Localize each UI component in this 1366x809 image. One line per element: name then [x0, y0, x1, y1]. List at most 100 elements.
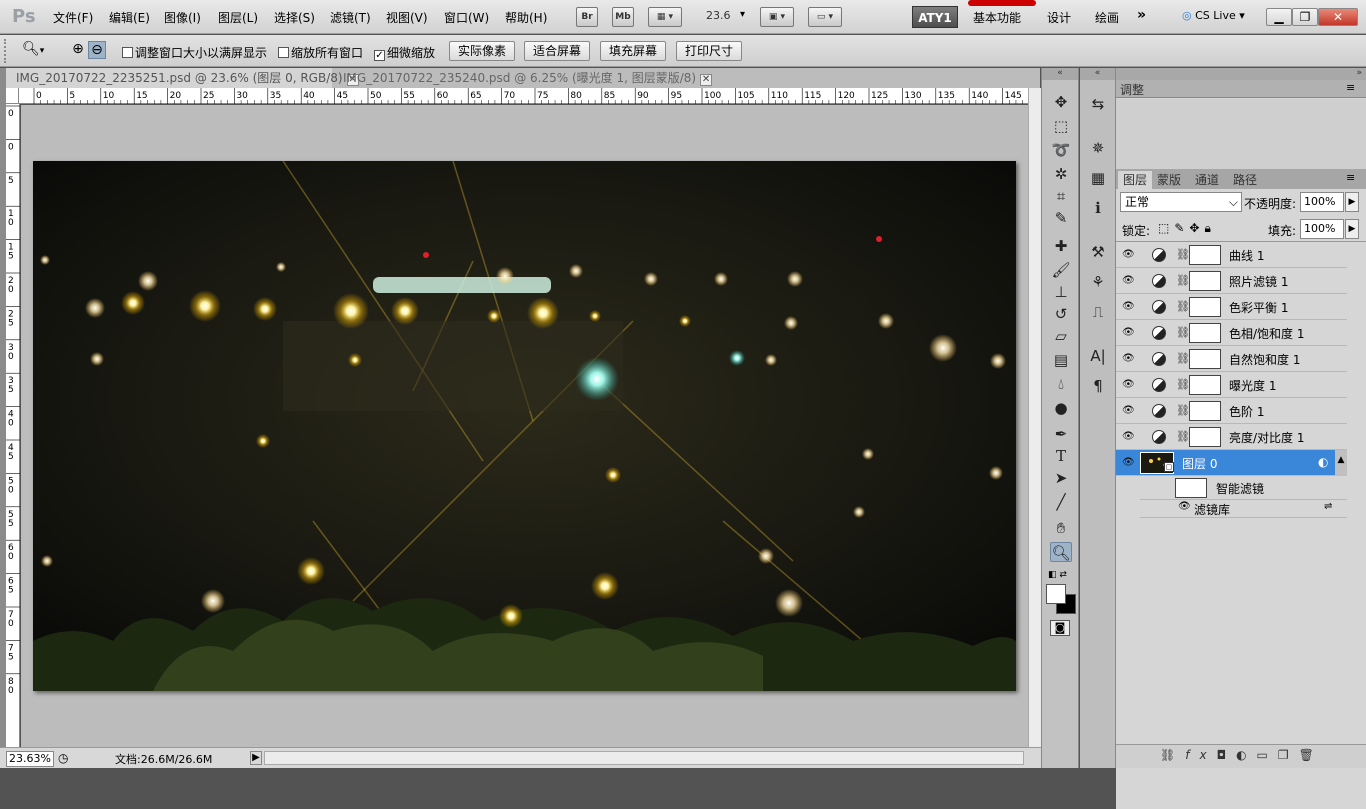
visibility-eye-icon[interactable]: 👁︎ — [1122, 275, 1136, 287]
tab-layers[interactable]: 图层 — [1118, 171, 1153, 189]
menu-file[interactable]: 文件(F) — [53, 9, 93, 26]
scroll-up-icon[interactable]: ▲ — [1335, 450, 1347, 476]
layer-mask-thumbnail[interactable] — [1189, 427, 1221, 447]
filter-options-icon[interactable]: ⇌ — [1324, 501, 1332, 512]
fit-screen-button[interactable]: 适合屏幕 — [524, 41, 590, 61]
visibility-eye-icon[interactable]: 👁︎ — [1122, 327, 1136, 339]
layer-row[interactable]: 👁︎ ⛓ 曝光度 1 — [1116, 372, 1347, 398]
link-chain-icon[interactable]: ⛓ — [1176, 404, 1190, 417]
adjustment-layer-icon[interactable]: ◐ — [1236, 748, 1256, 762]
gradient-tool-icon[interactable]: ▤ — [1050, 350, 1072, 370]
filter-visibility-eye-icon[interactable]: 👁︎ — [1178, 501, 1191, 512]
screen-mode-button[interactable]: ▭ ▾ — [808, 7, 842, 27]
move-tool-icon[interactable]: ✥ — [1050, 92, 1072, 112]
horizontal-ruler[interactable]: 0 5 10 15 20 25 30 35 40 45 50 55 60 65 70 75 80 85 90 95 10… — [19, 88, 1028, 104]
navigator-panel-icon[interactable]: ✵ — [1087, 138, 1109, 158]
default-colors-icon[interactable]: ◧ ⇄ — [1048, 570, 1067, 580]
workspace-aty1-button[interactable]: ATY1 — [912, 6, 958, 28]
fill-field[interactable]: 100% — [1300, 219, 1344, 239]
layer-row[interactable]: 👁︎ ⛓ 色阶 1 — [1116, 398, 1347, 424]
vertical-ruler[interactable]: 005101520253035404550556065707580 — [6, 104, 20, 748]
lock-icons[interactable]: ⬚✎✥🔒︎ — [1158, 221, 1216, 236]
zoom-dropdown-icon[interactable]: ▾ — [740, 9, 745, 20]
layer-base[interactable]: 👁︎ ▢ 图层 0 ◐ ▲ — [1116, 450, 1347, 476]
pen-tool-icon[interactable]: ✒ — [1050, 424, 1072, 444]
smart-filters-row[interactable]: 智能滤镜 — [1140, 476, 1347, 500]
zoom-level-field[interactable]: 23.6 — [706, 9, 731, 22]
workspace-painting[interactable]: 绘画 — [1095, 9, 1119, 26]
collapse-tools-icon[interactable]: « — [1042, 68, 1078, 80]
layer-row[interactable]: 👁︎ ⛓ 曲线 1 — [1116, 242, 1347, 268]
brush-presets-panel-icon[interactable]: ⚒ — [1087, 242, 1109, 262]
link-chain-icon[interactable]: ⛓ — [1176, 378, 1190, 391]
layer-row[interactable]: 👁︎ ⛓ 照片滤镜 1 — [1116, 268, 1347, 294]
opacity-slider-arrow-icon[interactable]: ▶ — [1345, 192, 1359, 212]
brush-tool-icon[interactable]: 🖌︎ — [1050, 260, 1072, 280]
visibility-eye-icon[interactable]: 👁︎ — [1122, 379, 1136, 391]
foreground-color-swatch[interactable] — [1046, 584, 1066, 604]
visibility-eye-icon[interactable]: 👁︎ — [1122, 431, 1136, 443]
info-panel-icon[interactable]: ℹ — [1087, 198, 1109, 218]
clone-stamp-tool-icon[interactable]: ⊥ — [1050, 282, 1072, 302]
resize-windows-checkbox[interactable]: 调整窗口大小以满屏显示 — [122, 44, 267, 61]
layer-mask-thumbnail[interactable] — [1189, 323, 1221, 343]
collapse-panel-icon[interactable]: » — [1116, 68, 1366, 80]
tab-document-1[interactable]: IMG_20170722_2235251.psd @ 23.6% (图层 0, … — [6, 68, 359, 88]
collapse-dock-icon[interactable]: « — [1080, 68, 1115, 80]
new-layer-icon[interactable]: ❐ — [1278, 748, 1299, 762]
layer-row[interactable]: 👁︎ ⛓ 色彩平衡 1 — [1116, 294, 1347, 320]
scrubby-zoom-checkbox[interactable]: ✓ 细微缩放 — [374, 44, 435, 61]
visibility-eye-icon[interactable]: 👁︎ — [1122, 353, 1136, 365]
minimize-button[interactable]: ▁ — [1266, 8, 1292, 26]
visibility-eye-icon[interactable]: 👁︎ — [1122, 457, 1136, 469]
magic-wand-tool-icon[interactable]: ✲ — [1050, 164, 1072, 184]
menu-image[interactable]: 图像(I) — [164, 9, 201, 26]
print-size-button[interactable]: 打印尺寸 — [676, 41, 742, 61]
lasso-tool-icon[interactable]: ➰ — [1050, 140, 1072, 160]
opacity-field[interactable]: 100% — [1300, 192, 1344, 212]
adjustments-tab[interactable]: 调整 — [1120, 81, 1144, 98]
crop-tool-icon[interactable]: ⌗ — [1050, 186, 1072, 206]
layer-mask-thumbnail[interactable] — [1189, 401, 1221, 421]
filter-mask-thumbnail[interactable] — [1175, 478, 1207, 498]
zoom-all-windows-checkbox[interactable]: 缩放所有窗口 — [278, 44, 363, 61]
fill-slider-arrow-icon[interactable]: ▶ — [1345, 219, 1359, 239]
tab-channels[interactable]: 通道 — [1190, 171, 1224, 189]
view-extras-button[interactable]: ▦ ▾ — [648, 7, 682, 27]
lock-pixels-icon[interactable]: ✎ — [1174, 221, 1189, 235]
bridge-button[interactable]: Br — [576, 7, 598, 27]
arrange-docs-button[interactable]: ▣ ▾ — [760, 7, 794, 27]
document-canvas-image[interactable] — [33, 160, 1016, 691]
histogram-panel-icon[interactable]: ▦ — [1087, 168, 1109, 188]
lock-position-icon[interactable]: ✥ — [1189, 221, 1204, 235]
ruler-origin[interactable] — [6, 88, 19, 104]
link-chain-icon[interactable]: ⛓ — [1176, 274, 1190, 287]
status-info-icon[interactable]: ◷ — [58, 751, 68, 765]
menu-layer[interactable]: 图层(L) — [218, 9, 258, 26]
zoom-field[interactable]: 23.63% — [6, 751, 54, 767]
link-chain-icon[interactable]: ⛓ — [1176, 248, 1190, 261]
menu-help[interactable]: 帮助(H) — [505, 9, 547, 26]
close-button[interactable]: ✕ — [1318, 8, 1358, 26]
history-brush-tool-icon[interactable]: ↺ — [1050, 304, 1072, 324]
layer-mask-thumbnail[interactable] — [1189, 349, 1221, 369]
layer-mask-thumbnail[interactable] — [1189, 245, 1221, 265]
lock-transparency-icon[interactable]: ⬚ — [1158, 221, 1174, 235]
layer-mask-thumbnail[interactable] — [1189, 375, 1221, 395]
menu-filter[interactable]: 滤镜(T) — [330, 9, 371, 26]
link-layers-icon[interactable]: ⛓ — [1160, 748, 1185, 762]
vertical-scrollbar[interactable] — [1028, 88, 1041, 748]
menu-edit[interactable]: 编辑(E) — [109, 9, 150, 26]
menu-window[interactable]: 窗口(W) — [444, 9, 489, 26]
quick-mask-icon[interactable]: ◙ — [1050, 620, 1070, 636]
tab-masks[interactable]: 蒙版 — [1152, 171, 1186, 189]
zoom-tool-preset-icon[interactable]: 🔍︎▾ — [22, 41, 44, 57]
close-tab-icon[interactable]: ✕ — [700, 74, 713, 86]
blend-mode-select[interactable]: 正常 ⌵ — [1120, 192, 1242, 212]
group-icon[interactable]: ▭ — [1257, 748, 1278, 762]
marquee-tool-icon[interactable]: ⬚ — [1050, 116, 1072, 136]
type-tool-icon[interactable]: T — [1050, 446, 1072, 466]
zoom-out-icon[interactable]: ⊖ — [88, 41, 106, 59]
visibility-eye-icon[interactable]: 👁︎ — [1122, 405, 1136, 417]
link-chain-icon[interactable]: ⛓ — [1176, 300, 1190, 313]
